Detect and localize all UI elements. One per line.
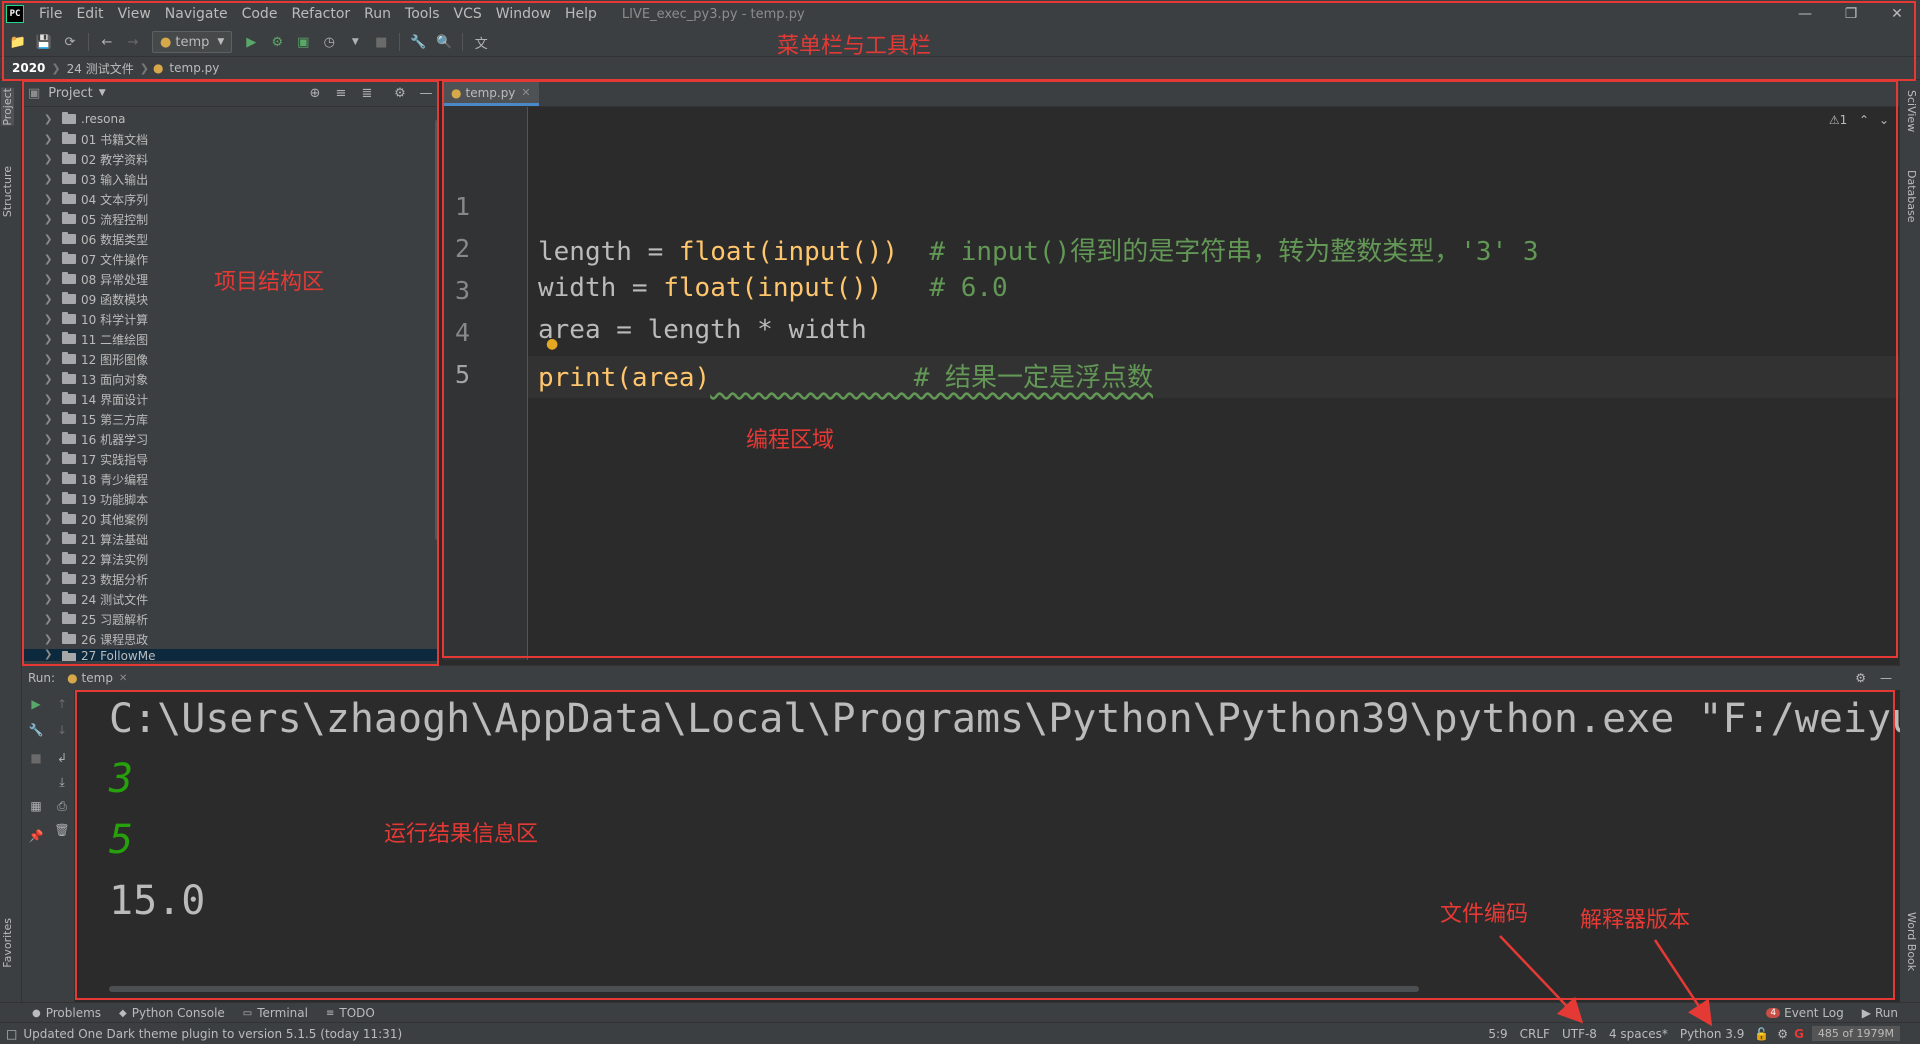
bottom-tool-tabs: ● Problems ◆ Python Console ▭ Terminal ≡ TOD… [0, 1002, 1920, 1023]
tool-tab-todo[interactable]: ≡ TODO [326, 1006, 375, 1020]
annotation-box-editor [442, 80, 1898, 658]
layout-icon[interactable]: ▦ [26, 796, 46, 816]
annotation-label-editor: 编程区域 [746, 428, 835, 453]
annotation-label-run: 运行结果信息区 [384, 822, 539, 847]
tool-tab-python-console[interactable]: ◆ Python Console [119, 1006, 225, 1020]
tool-tab-problems[interactable]: ● Problems [32, 1006, 101, 1020]
terminal-icon: ▭ [242, 1007, 253, 1019]
annotation-box-run [75, 690, 1895, 1000]
tool-tab-sciview[interactable]: SciView [1905, 90, 1918, 132]
python-icon: ◆ [119, 1007, 127, 1019]
rerun-icon[interactable]: ▶ [26, 694, 46, 714]
scroll-up-icon[interactable]: ↑ [52, 694, 72, 714]
trash-icon[interactable]: 🗑 [52, 820, 72, 840]
hide-panel-icon[interactable]: — [1880, 671, 1892, 685]
soft-wrap-icon[interactable]: ↲ [52, 748, 72, 768]
tool-tab-event-log[interactable]: Event Log [1784, 1006, 1844, 1020]
run-side-toolbar: ▶ ↑ 🔧 ↓ ■ ↲ ⤓ ▦ ⎙ 🗑 📌 [22, 690, 75, 1002]
left-tool-stripe: Project Structure Favorites [0, 80, 22, 1010]
python-interpreter[interactable]: Python 3.9 [1680, 1027, 1745, 1041]
caret-position[interactable]: 5:9 [1488, 1027, 1507, 1041]
event-count-badge: 4 [1766, 1008, 1781, 1018]
python-file-icon: ● [67, 671, 78, 685]
problems-icon: ● [32, 1007, 41, 1019]
vcs-icon[interactable]: ⚙ [1777, 1027, 1788, 1041]
file-encoding[interactable]: UTF-8 [1562, 1027, 1597, 1041]
tool-tab-favorites[interactable]: Favorites [1, 918, 14, 968]
line-separator[interactable]: CRLF [1520, 1027, 1550, 1041]
annotation-label-project: 项目结构区 [214, 270, 325, 295]
wrench-icon[interactable]: 🔧 [26, 720, 46, 740]
annotation-label-encoding: 文件编码 [1440, 902, 1529, 927]
tool-tab-database[interactable]: Database [1905, 170, 1918, 223]
run-panel-header: Run: ● temp ✕ ⚙ — [22, 665, 1900, 691]
scroll-to-end-icon[interactable]: ⤓ [52, 772, 72, 792]
tool-tab-project[interactable]: Project [1, 88, 14, 126]
todo-icon: ≡ [325, 1007, 335, 1019]
annotation-box-project [22, 80, 439, 666]
run-triangle-icon: ▶ [1861, 1006, 1871, 1020]
run-tab-temp[interactable]: temp [82, 671, 113, 685]
stop-icon[interactable]: ■ [26, 748, 46, 768]
print-icon[interactable]: ⎙ [52, 796, 72, 816]
annotation-box-menubar [2, 1, 1916, 81]
lock-icon[interactable]: 🔓 [1754, 1027, 1769, 1041]
status-bar: □ Updated One Dark theme plugin to versi… [0, 1022, 1920, 1044]
memory-indicator[interactable]: 485 of 1979M [1811, 1026, 1900, 1041]
indent-setting[interactable]: 4 spaces* [1609, 1027, 1668, 1041]
status-layout-icon[interactable]: □ [6, 1027, 17, 1041]
tool-tab-structure[interactable]: Structure [1, 166, 14, 217]
status-message[interactable]: Updated One Dark theme plugin to version… [23, 1027, 402, 1041]
tool-tab-run[interactable]: Run [1875, 1006, 1898, 1020]
tool-tab-terminal[interactable]: ▭ Terminal [243, 1006, 308, 1020]
annotation-label-menubar: 菜单栏与工具栏 [777, 34, 932, 59]
run-panel-label: Run: [28, 671, 56, 685]
gear-icon[interactable]: ⚙ [1855, 671, 1866, 685]
google-icon[interactable]: G [1794, 1027, 1804, 1041]
annotation-label-interpreter: 解释器版本 [1580, 908, 1691, 933]
close-tab-icon[interactable]: ✕ [119, 673, 127, 684]
tool-tab-wordbook[interactable]: Word Book [1905, 912, 1918, 971]
scroll-down-icon[interactable]: ↓ [52, 720, 72, 740]
right-tool-stripe: SciView Database Word Book [1899, 80, 1920, 1010]
pin-icon[interactable]: 📌 [26, 826, 46, 846]
